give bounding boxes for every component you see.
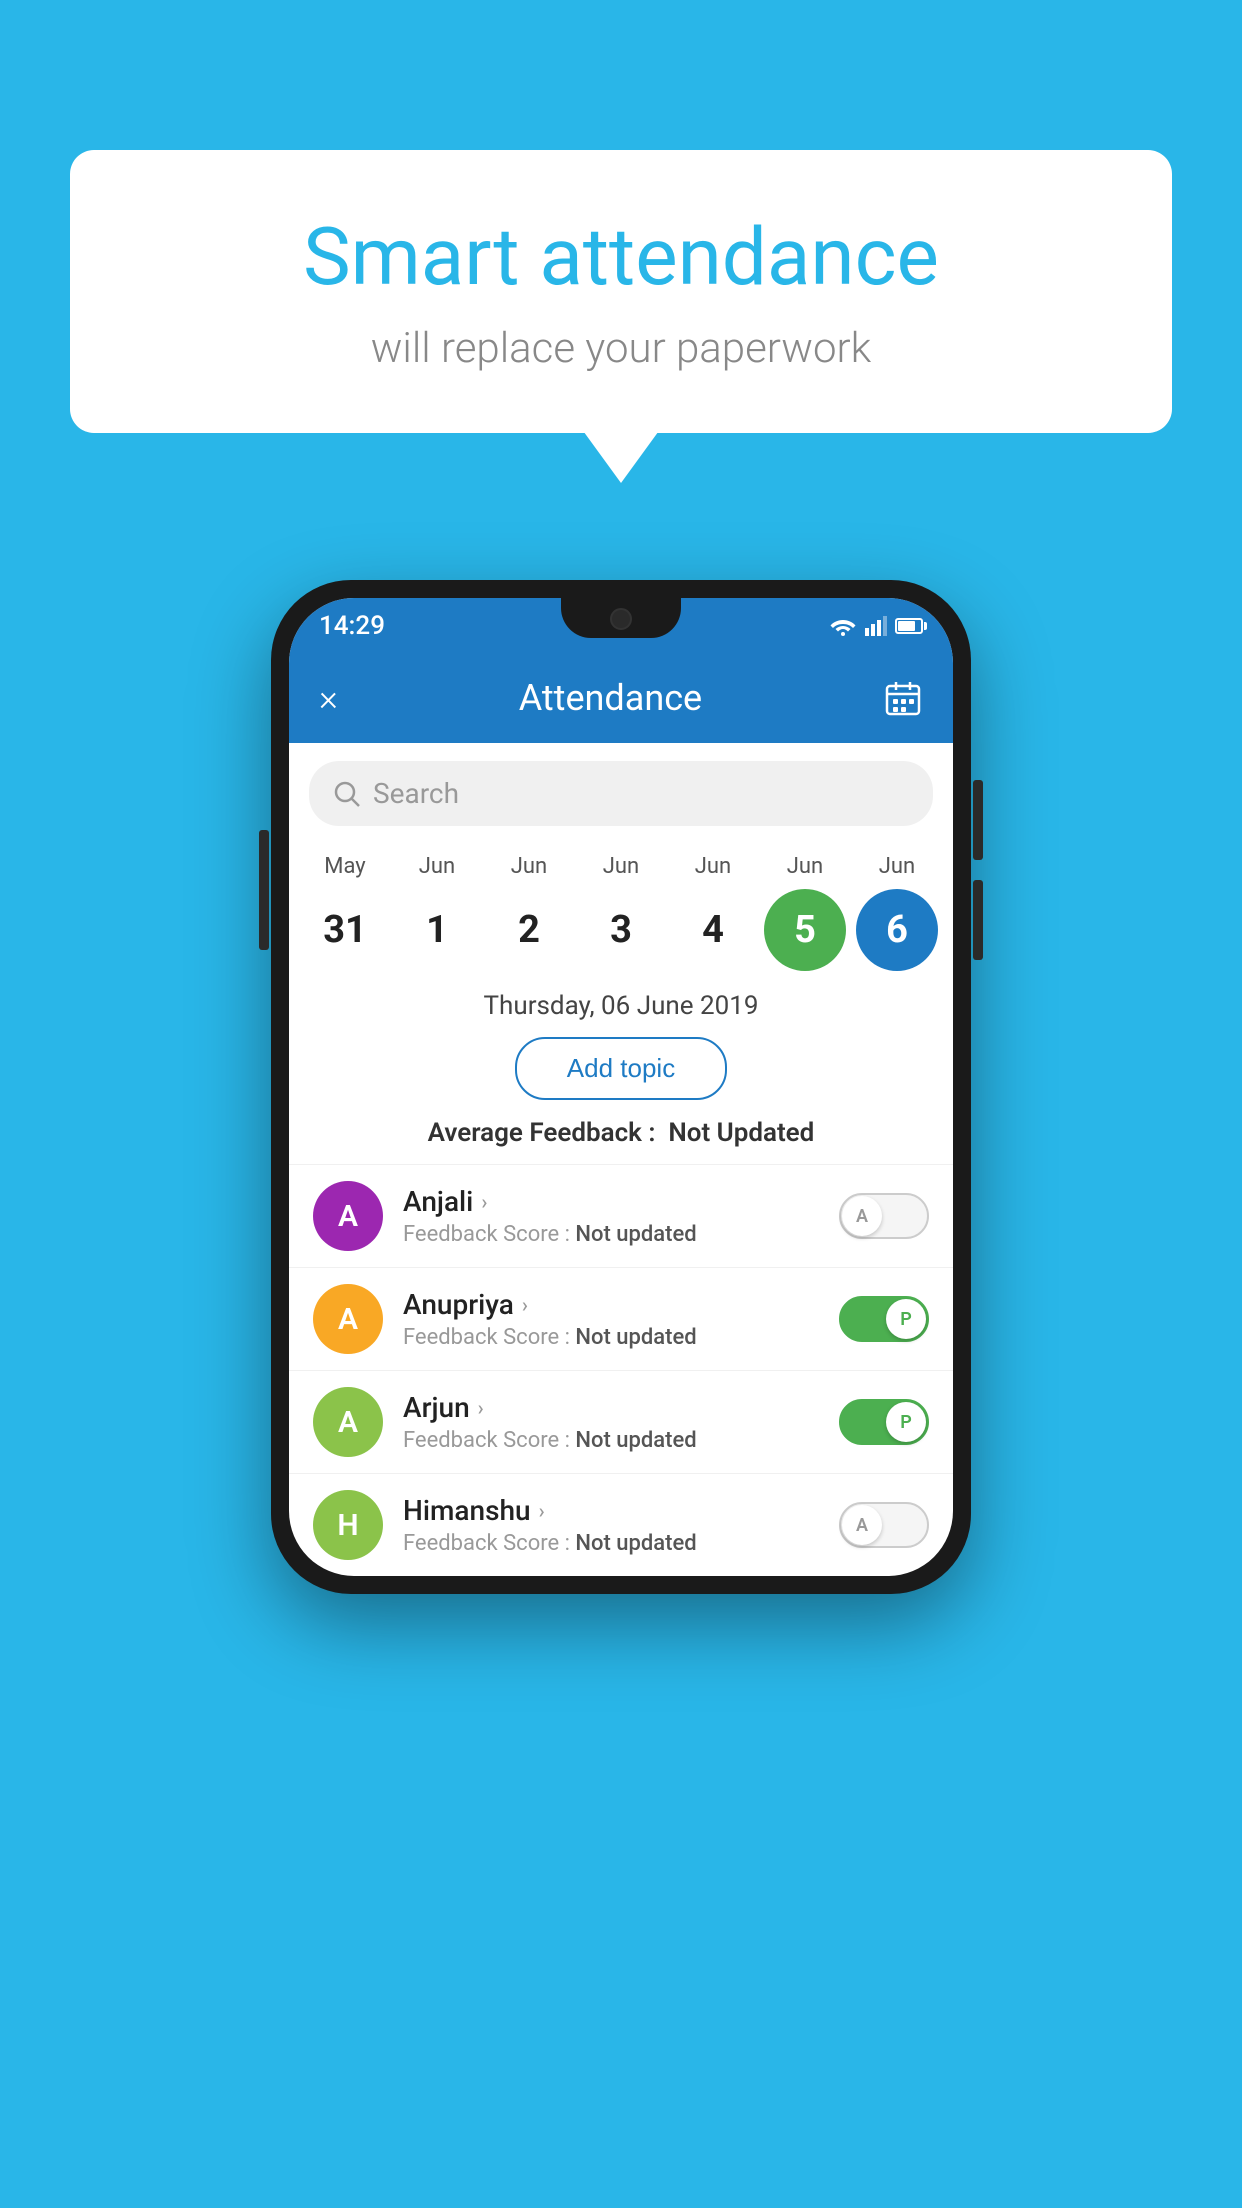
calendar-month-3: Jun [580, 854, 662, 879]
wifi-icon [829, 616, 857, 636]
phone-mockup: 14:29 [271, 580, 971, 1594]
calendar-months: May Jun Jun Jun Jun Jun Jun [289, 854, 953, 879]
student-name-2: Arjun › [403, 1391, 819, 1424]
close-button[interactable]: × [319, 677, 338, 719]
signal-icon [865, 616, 887, 636]
phone-body: 14:29 [271, 580, 971, 1594]
attendance-toggle-1[interactable]: P [839, 1296, 929, 1342]
student-avatar-1: A [313, 1284, 383, 1354]
student-feedback-0: Feedback Score : Not updated [403, 1222, 819, 1247]
calendar-date-5[interactable]: 5 [764, 889, 846, 971]
student-item-0[interactable]: A Anjali › Feedback Score : Not updated A [289, 1164, 953, 1267]
student-item-2[interactable]: A Arjun › Feedback Score : Not updated P [289, 1370, 953, 1473]
calendar-month-5: Jun [764, 854, 846, 879]
student-name-1: Anupriya › [403, 1288, 819, 1321]
student-feedback-3: Feedback Score : Not updated [403, 1531, 819, 1556]
app-header: × Attendance [289, 653, 953, 743]
calendar-date-6[interactable]: 6 [856, 889, 938, 971]
student-avatar-0: A [313, 1181, 383, 1251]
attendance-toggle-3[interactable]: A [839, 1502, 929, 1548]
status-icons [829, 616, 923, 636]
student-info-2: Arjun › Feedback Score : Not updated [403, 1391, 819, 1453]
selected-date-label: Thursday, 06 June 2019 [289, 981, 953, 1037]
calendar-date-2[interactable]: 2 [488, 889, 570, 971]
student-feedback-2: Feedback Score : Not updated [403, 1428, 819, 1453]
speech-bubble-container: Smart attendance will replace your paper… [70, 150, 1172, 433]
student-name-0: Anjali › [403, 1185, 819, 1218]
student-name-3: Himanshu › [403, 1494, 819, 1527]
calendar-month-0: May [304, 854, 386, 879]
camera [610, 608, 632, 630]
student-item-3[interactable]: H Himanshu › Feedback Score : Not updated A [289, 1473, 953, 1576]
calendar-dates: 31123456 [289, 879, 953, 981]
attendance-toggle-0[interactable]: A [839, 1193, 929, 1239]
add-topic-button[interactable]: Add topic [515, 1037, 727, 1100]
avg-feedback: Average Feedback : Not Updated [289, 1118, 953, 1164]
status-time: 14:29 [319, 611, 385, 641]
calendar: May Jun Jun Jun Jun Jun Jun 31123456 [289, 844, 953, 981]
calendar-month-2: Jun [488, 854, 570, 879]
header-title: Attendance [338, 677, 883, 719]
calendar-date-3[interactable]: 3 [580, 889, 662, 971]
power-button [259, 830, 269, 950]
volume-down-button [973, 880, 983, 960]
chevron-icon: › [478, 1396, 484, 1420]
student-info-0: Anjali › Feedback Score : Not updated [403, 1185, 819, 1247]
student-feedback-1: Feedback Score : Not updated [403, 1325, 819, 1350]
student-list: AAnjali ›Feedback Score : Not updatedAAA… [289, 1164, 953, 1576]
student-avatar-3: H [313, 1490, 383, 1560]
calendar-date-4[interactable]: 4 [672, 889, 754, 971]
calendar-month-4: Jun [672, 854, 754, 879]
avg-feedback-label: Average Feedback : [428, 1118, 656, 1148]
battery-icon [895, 618, 923, 634]
student-info-3: Himanshu › Feedback Score : Not updated [403, 1494, 819, 1556]
calendar-date-0[interactable]: 31 [304, 889, 386, 971]
search-placeholder: Search [373, 777, 459, 810]
chevron-icon: › [481, 1190, 487, 1214]
calendar-month-6: Jun [856, 854, 938, 879]
search-icon [333, 780, 361, 808]
headline: Smart attendance [150, 210, 1092, 304]
chevron-icon: › [522, 1293, 528, 1317]
calendar-month-1: Jun [396, 854, 478, 879]
student-avatar-2: A [313, 1387, 383, 1457]
chevron-icon: › [539, 1499, 545, 1523]
attendance-toggle-2[interactable]: P [839, 1399, 929, 1445]
student-item-1[interactable]: A Anupriya › Feedback Score : Not updated P [289, 1267, 953, 1370]
subheadline: will replace your paperwork [150, 324, 1092, 373]
student-info-1: Anupriya › Feedback Score : Not updated [403, 1288, 819, 1350]
search-bar[interactable]: Search [309, 761, 933, 826]
volume-up-button [973, 780, 983, 860]
phone-screen: 14:29 [289, 598, 953, 1576]
speech-bubble: Smart attendance will replace your paper… [70, 150, 1172, 433]
calendar-date-1[interactable]: 1 [396, 889, 478, 971]
calendar-icon[interactable] [883, 678, 923, 718]
avg-feedback-value: Not Updated [668, 1118, 814, 1148]
